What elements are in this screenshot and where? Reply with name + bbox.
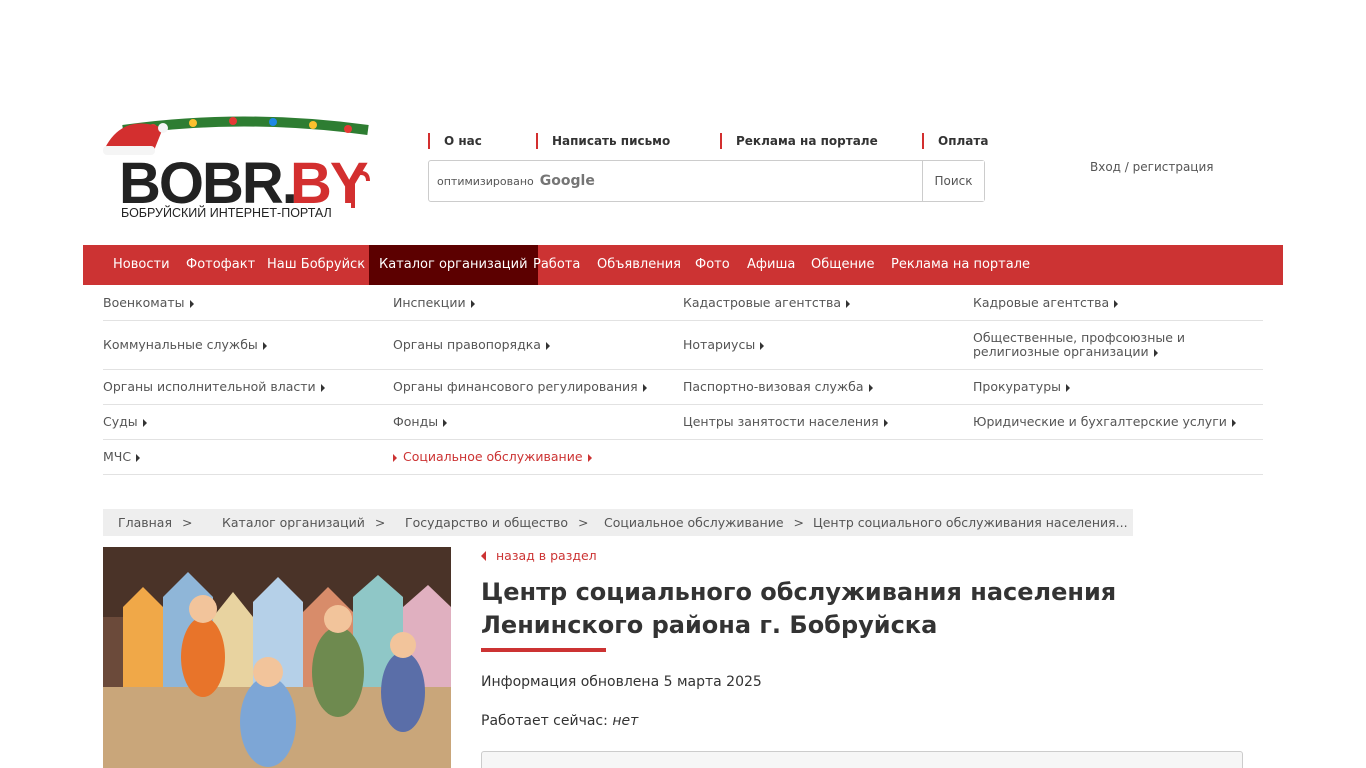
back-arrow-icon [481, 550, 486, 561]
nav-catalog[interactable]: Каталог организаций [369, 245, 538, 285]
catalog-row: МЧС Социальное обслуживание [103, 440, 1263, 475]
logo-subtitle: БОБРУЙСКИЙ ИНТЕРНЕТ-ПОРТАЛ [121, 205, 332, 220]
catalog-item[interactable]: Суды [103, 415, 147, 429]
catalog-item[interactable]: Кадастровые агентства [683, 296, 851, 310]
catalog-item[interactable]: Нотариусы [683, 338, 765, 352]
catalog-item[interactable]: Инспекции [393, 296, 475, 310]
catalog-item[interactable]: Коммунальные службы [103, 338, 267, 352]
main-nav: Новости Фотофакт Наш Бобруйск Каталог ор… [83, 245, 1283, 285]
breadcrumb-state[interactable]: Государство и общество > [390, 509, 604, 536]
search-placeholder: оптимизировано [437, 174, 534, 188]
nav-photo[interactable]: Фото [685, 245, 740, 285]
updated-info: Информация обновлена 5 марта 2025 [481, 674, 762, 690]
nav-news[interactable]: Новости [103, 245, 180, 285]
work-status-value: нет [612, 713, 639, 729]
page-title: Центр социального обслуживания населения… [481, 578, 1117, 639]
catalog-item[interactable]: Фонды [393, 415, 448, 429]
work-status: Работает сейчас: нет [481, 713, 639, 729]
catalog-row: Военкоматы Инспекции Кадастровые агентст… [103, 285, 1263, 321]
nav-our-bobruisk[interactable]: Наш Бобруйск [257, 245, 375, 285]
nav-afisha[interactable]: Афиша [737, 245, 805, 285]
catalog-item[interactable]: Органы правопорядка [393, 338, 550, 352]
info-box [481, 751, 1243, 768]
catalog-row: Органы исполнительной власти Органы фина… [103, 370, 1263, 405]
breadcrumb-catalog[interactable]: Каталог организаций > [207, 509, 401, 536]
nav-community[interactable]: Общение [801, 245, 884, 285]
catalog-row: Суды Фонды Центры занятости населения Юр… [103, 405, 1263, 440]
toplink-payment[interactable]: Оплата [922, 133, 988, 149]
catalog-item[interactable]: Общественные, профсоюзные и религиозные … [973, 331, 1258, 359]
toplink-ads[interactable]: Реклама на портале [720, 133, 878, 149]
nav-advertising[interactable]: Реклама на портале [881, 245, 1040, 285]
catalog-item[interactable]: Прокуратуры [973, 380, 1071, 394]
nav-classifieds[interactable]: Объявления [587, 245, 691, 285]
search-box: оптимизировано Google Поиск [428, 160, 985, 202]
toplink-write[interactable]: Написать письмо [536, 133, 670, 149]
catalog-item[interactable]: Паспортно-визовая служба [683, 380, 873, 394]
organization-photo[interactable] [103, 547, 451, 768]
catalog-item[interactable]: МЧС [103, 450, 141, 464]
login-link[interactable]: Вход / регистрация [1090, 160, 1214, 174]
back-to-section-link[interactable]: назад в раздел [481, 548, 597, 563]
title-underline [481, 648, 606, 652]
catalog-item[interactable]: Военкоматы [103, 296, 194, 310]
catalog-item[interactable]: Органы исполнительной власти [103, 380, 325, 394]
nav-jobs[interactable]: Работа [523, 245, 590, 285]
search-input[interactable]: оптимизировано Google [437, 173, 595, 189]
nav-photofact[interactable]: Фотофакт [176, 245, 265, 285]
search-button[interactable]: Поиск [922, 161, 984, 201]
breadcrumb-social[interactable]: Социальное обслуживание > [589, 509, 820, 536]
breadcrumb-home[interactable]: Главная > [103, 509, 208, 536]
catalog-row: Коммунальные службы Органы правопорядка … [103, 321, 1263, 370]
site-logo[interactable]: BOBR. BY БОБРУЙСКИЙ ИНТЕРНЕТ-ПОРТАЛ [103, 108, 371, 223]
toplink-about[interactable]: О нас [428, 133, 482, 149]
catalog-item-active[interactable]: Социальное обслуживание [393, 450, 592, 464]
google-logo: Google [539, 173, 595, 189]
breadcrumb-current: Центр социального обслуживания населения… [808, 509, 1133, 536]
catalog-item[interactable]: Кадровые агентства [973, 296, 1119, 310]
catalog-item[interactable]: Центры занятости населения [683, 415, 888, 429]
catalog-item[interactable]: Органы финансового регулирования [393, 380, 647, 394]
catalog-item[interactable]: Юридические и бухгалтерские услуги [973, 415, 1236, 429]
